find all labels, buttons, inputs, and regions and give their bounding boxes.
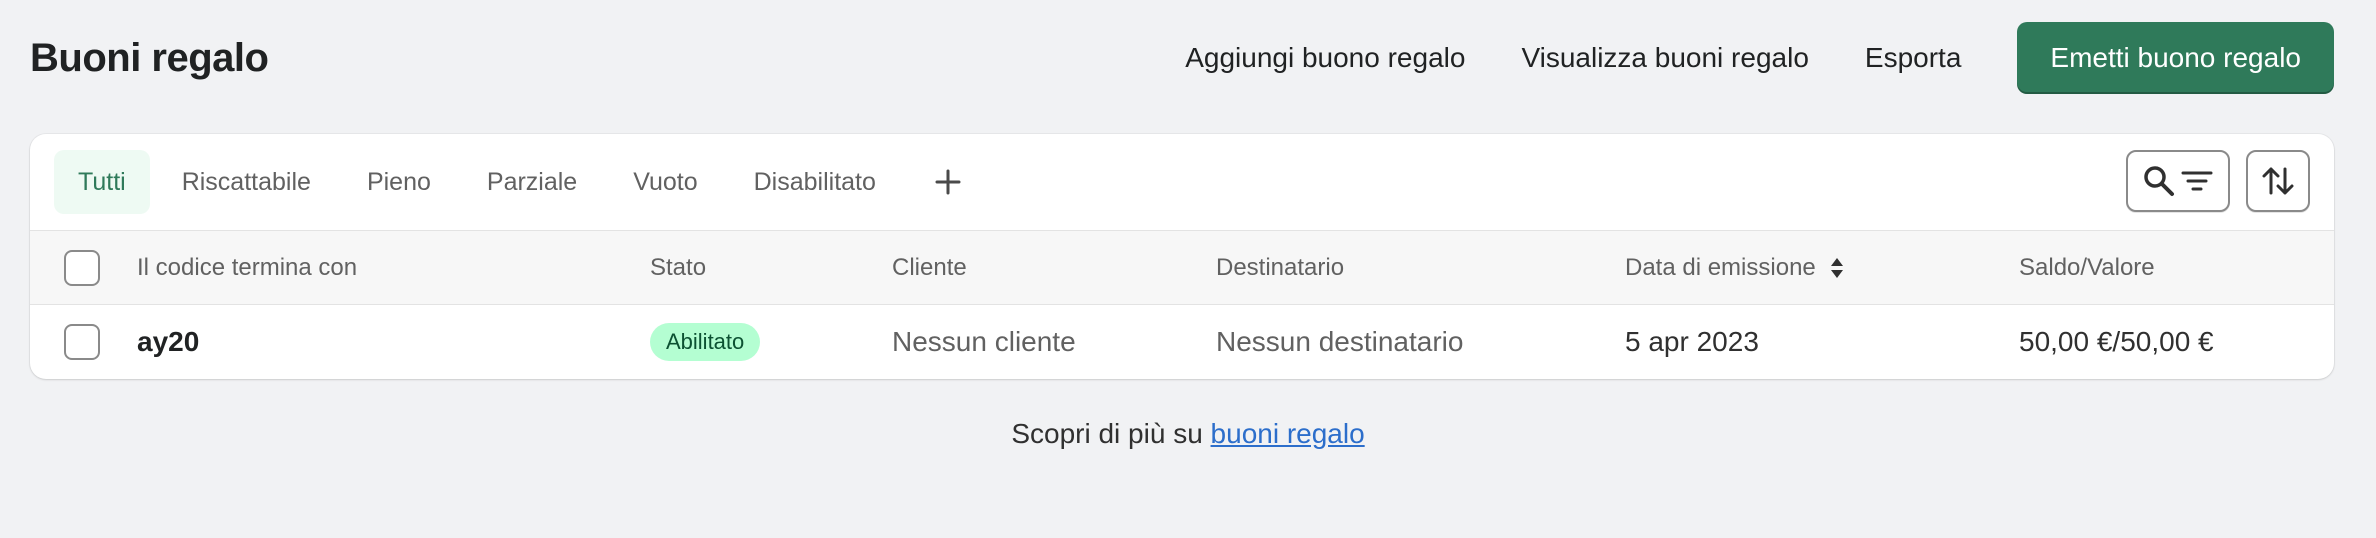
column-header-issue-date[interactable]: Data di emissione — [1625, 231, 1844, 305]
column-header-code[interactable]: Il codice termina con — [137, 231, 357, 305]
export-button[interactable]: Esporta — [1837, 22, 1990, 94]
column-header-recipient[interactable]: Destinatario — [1216, 231, 1344, 305]
search-icon — [2144, 166, 2174, 196]
footer-text: Scopri di più su — [1011, 418, 1211, 449]
tab-all[interactable]: Tutti — [54, 150, 150, 214]
column-header-balance[interactable]: Saldo/Valore — [2019, 231, 2155, 305]
footer-help: Scopri di più su buoni regalo — [0, 418, 2376, 450]
tab-disabled[interactable]: Disabilitato — [730, 150, 900, 214]
filter-icon — [2181, 171, 2213, 191]
gift-card-code[interactable]: ay20 — [137, 305, 199, 379]
add-gift-card-button[interactable]: Aggiungi buono regalo — [1157, 22, 1493, 94]
select-all-checkbox[interactable] — [64, 250, 100, 286]
page-header: Buoni regalo Aggiungi buono regalo Visua… — [30, 22, 2334, 94]
search-filter-button[interactable] — [2126, 150, 2230, 212]
row-checkbox[interactable] — [64, 324, 100, 360]
header-actions: Aggiungi buono regalo Visualizza buoni r… — [1157, 22, 2334, 94]
column-header-status[interactable]: Stato — [650, 231, 706, 305]
balance-cell: 50,00 €/50,00 € — [2019, 326, 2214, 357]
status-badge: Abilitato — [650, 323, 761, 361]
customer-cell: Nessun cliente — [892, 326, 1076, 357]
sort-button[interactable] — [2246, 150, 2310, 212]
tab-redeemable[interactable]: Riscattabile — [158, 150, 335, 214]
tab-partial[interactable]: Parziale — [463, 150, 601, 214]
sort-arrows-icon — [2262, 167, 2294, 195]
tab-empty[interactable]: Vuoto — [609, 150, 721, 214]
issue-date-cell: 5 apr 2023 — [1625, 326, 1759, 357]
filter-tabs: Tutti Riscattabile Pieno Parziale Vuoto … — [30, 134, 2334, 231]
gift-cards-card: Tutti Riscattabile Pieno Parziale Vuoto … — [30, 134, 2334, 379]
page-title: Buoni regalo — [30, 35, 269, 80]
tab-full[interactable]: Pieno — [343, 150, 455, 214]
issue-gift-card-button[interactable]: Emetti buono regalo — [2017, 22, 2334, 94]
recipient-cell: Nessun destinatario — [1216, 326, 1464, 357]
table-header: Il codice termina con Stato Cliente Dest… — [30, 231, 2334, 305]
gift-cards-help-link[interactable]: buoni regalo — [1211, 418, 1365, 449]
status-cell: Abilitato — [650, 305, 761, 379]
plus-icon — [935, 169, 961, 195]
add-view-button[interactable] — [922, 156, 974, 208]
column-header-customer[interactable]: Cliente — [892, 231, 967, 305]
gift-cards-page: Buoni regalo Aggiungi buono regalo Visua… — [0, 0, 2376, 538]
table-row[interactable]: ay20 Abilitato Nessun cliente Nessun des… — [30, 305, 2334, 379]
column-header-issue-date-label: Data di emissione — [1625, 254, 1816, 281]
sort-caret-icon — [1830, 256, 1844, 280]
view-gift-cards-button[interactable]: Visualizza buoni regalo — [1493, 22, 1836, 94]
